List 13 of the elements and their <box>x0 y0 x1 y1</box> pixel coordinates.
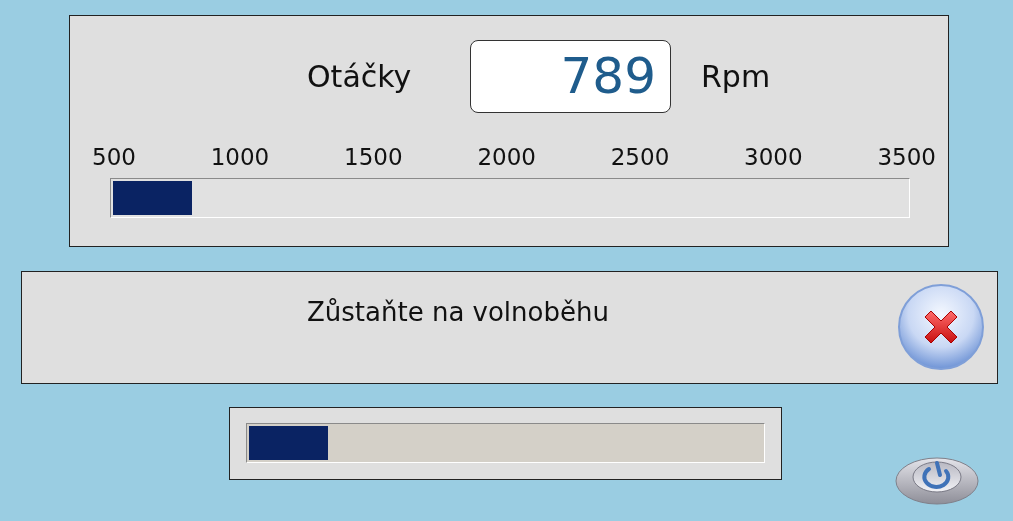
scale-tick-label: 3500 <box>877 144 936 170</box>
close-icon <box>895 281 987 373</box>
scale-tick-label: 1500 <box>344 144 403 170</box>
scale-tick-label: 500 <box>92 144 136 170</box>
speed-label: Otáčky <box>307 58 413 94</box>
scale-tick-label: 3000 <box>744 144 803 170</box>
unit-label: Rpm <box>701 58 771 94</box>
speed-value-display: 789 <box>470 39 671 113</box>
message-text: Zůstaňte na volnoběhu <box>307 296 609 327</box>
close-button[interactable] <box>895 281 987 373</box>
scale-tick-label: 2500 <box>610 144 670 170</box>
scale-tick-label: 2000 <box>477 144 536 170</box>
scale-tick-label: 1000 <box>210 144 270 170</box>
